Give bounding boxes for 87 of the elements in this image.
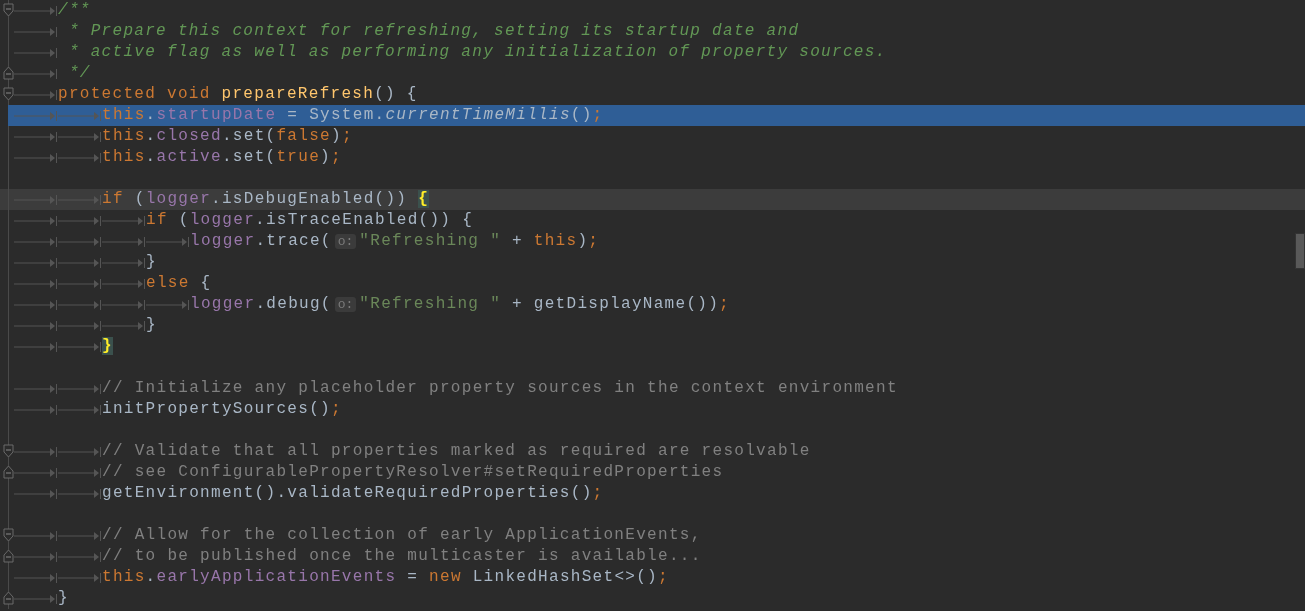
tab-arrow-icon [14, 487, 58, 500]
code-line: * active flag as well as performing any initialization of property sources. [67, 42, 887, 63]
tab-arrow-icon [102, 298, 146, 311]
tab-arrow-icon [14, 550, 58, 563]
tab-arrow-icon [58, 298, 102, 311]
tab-arrow-icon [14, 235, 58, 248]
code-line: this.earlyApplicationEvents = new LinkedHashSet<>(); [102, 567, 669, 588]
code-line: /** [58, 0, 91, 21]
tab-arrow-icon [58, 466, 102, 479]
code-line: initPropertySources(); [102, 399, 342, 420]
code-line: // to be published once the multicaster is available... [102, 546, 702, 567]
code-line: // Initialize any placeholder property sources in the context environment [102, 378, 898, 399]
tab-arrow-icon [58, 214, 102, 227]
tab-arrow-icon [14, 403, 58, 416]
tab-arrow-icon [14, 256, 58, 269]
tab-arrow-icon [14, 4, 58, 17]
tab-arrow-icon [14, 109, 58, 122]
tab-arrow-icon [14, 529, 58, 542]
tab-arrow-icon [102, 235, 146, 248]
tab-arrow-icon [14, 88, 58, 101]
code-line: this.startupDate = System.currentTimeMillis(); [102, 105, 604, 126]
tab-arrow-icon [58, 256, 102, 269]
tab-arrow-icon [58, 235, 102, 248]
tab-arrow-icon [58, 109, 102, 122]
code-line: } [146, 315, 157, 336]
tab-arrow-icon [14, 340, 58, 353]
tab-arrow-icon [14, 319, 58, 332]
tab-arrow-icon [58, 340, 102, 353]
fold-start-icon[interactable] [3, 444, 14, 458]
code-line: else { [146, 273, 212, 294]
fold-end-icon[interactable] [3, 549, 14, 563]
tab-arrow-icon [14, 130, 58, 143]
code-line: logger.debug( o: "Refreshing " + getDisplayName()); [190, 294, 730, 315]
code-line: } [58, 588, 69, 609]
parameter-hint: o: [334, 234, 357, 249]
tab-arrow-icon [58, 193, 102, 206]
code-line: } [146, 252, 157, 273]
tab-arrow-icon [14, 277, 58, 290]
code-line: this.active.set(true); [102, 147, 342, 168]
tab-arrow-icon [14, 466, 58, 479]
tab-arrow-icon [58, 130, 102, 143]
tab-arrow-icon [146, 235, 190, 248]
tab-arrow-icon [14, 571, 58, 584]
code-line: // Allow for the collection of early ApplicationEvents, [102, 525, 702, 546]
tab-arrow-icon [14, 382, 58, 395]
tab-arrow-icon [14, 298, 58, 311]
tab-arrow-icon [58, 571, 102, 584]
tab-arrow-icon [58, 277, 102, 290]
tab-arrow-icon [14, 445, 58, 458]
code-line: this.closed.set(false); [102, 126, 353, 147]
tab-arrow-icon [58, 382, 102, 395]
code-line: */ [67, 63, 91, 84]
scrollbar-thumb[interactable] [1295, 233, 1305, 269]
fold-end-icon[interactable] [3, 465, 14, 479]
tab-arrow-icon [58, 151, 102, 164]
tab-arrow-icon [58, 319, 102, 332]
tab-arrow-icon [58, 487, 102, 500]
code-line: if (logger.isDebugEnabled()) { [102, 189, 430, 210]
code-line: // Validate that all properties marked as required are resolvable [102, 441, 811, 462]
tab-arrow-icon [102, 319, 146, 332]
tab-arrow-icon [58, 445, 102, 458]
tab-arrow-icon [14, 25, 58, 38]
tab-arrow-icon [102, 256, 146, 269]
code-line: protected void prepareRefresh() { [58, 84, 418, 105]
fold-start-icon[interactable] [3, 87, 14, 101]
fold-end-icon[interactable] [3, 591, 14, 605]
tab-arrow-icon [14, 193, 58, 206]
code-line: if (logger.isTraceEnabled()) { [146, 210, 474, 231]
tab-arrow-icon [58, 403, 102, 416]
tab-arrow-icon [146, 298, 190, 311]
code-line: logger.trace( o: "Refreshing " + this); [190, 231, 600, 252]
fold-start-icon[interactable] [3, 528, 14, 542]
fold-end-icon[interactable] [3, 66, 14, 80]
tab-arrow-icon [102, 277, 146, 290]
tab-arrow-icon [102, 214, 146, 227]
tab-arrow-icon [14, 592, 58, 605]
tab-arrow-icon [14, 214, 58, 227]
tab-arrow-icon [14, 67, 58, 80]
tab-arrow-icon [14, 46, 58, 59]
tab-arrow-icon [14, 151, 58, 164]
tab-arrow-icon [58, 550, 102, 563]
code-line: getEnvironment().validateRequiredProperties(); [102, 483, 604, 504]
code-line: * Prepare this context for refreshing, setting its startup date and [67, 21, 800, 42]
parameter-hint: o: [334, 297, 357, 312]
code-line: // see ConfigurablePropertyResolver#setRequiredProperties [102, 462, 724, 483]
tab-arrow-icon [58, 529, 102, 542]
fold-start-icon[interactable] [3, 3, 14, 17]
